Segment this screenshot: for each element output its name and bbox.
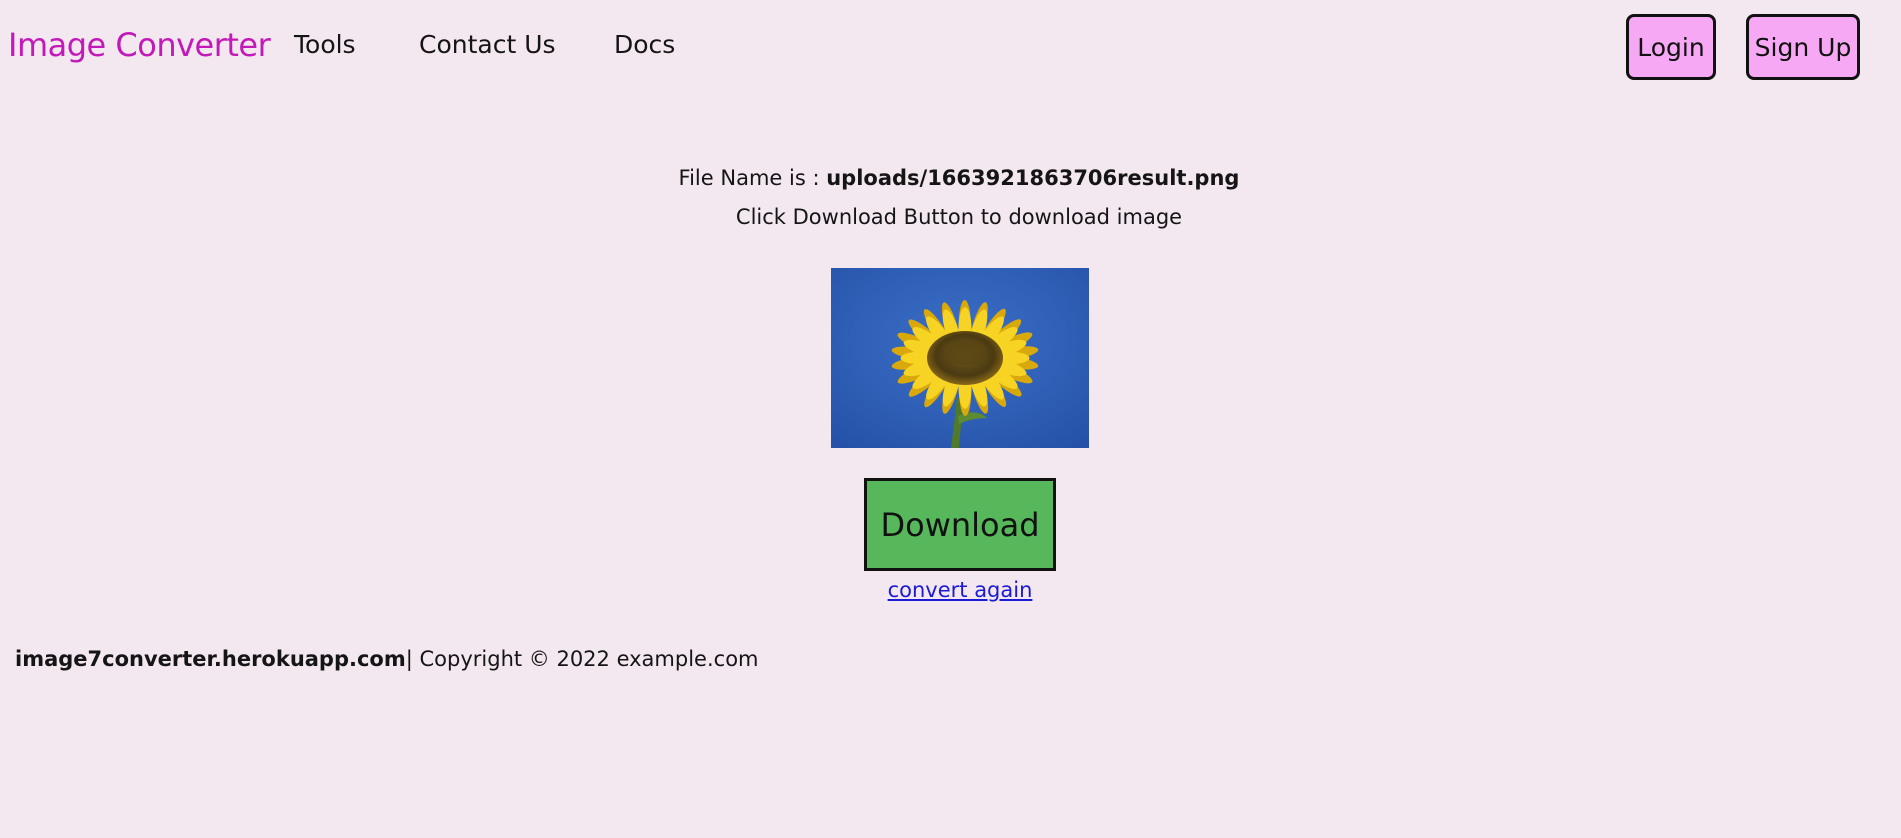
- nav-tools[interactable]: Tools: [294, 30, 356, 59]
- convert-again-container: convert again: [0, 578, 1901, 602]
- download-button[interactable]: Download: [864, 478, 1056, 571]
- brand-logo[interactable]: Image Converter: [8, 26, 271, 64]
- file-name-line: File Name is : uploads/1663921863706resu…: [0, 166, 1901, 190]
- footer: image7converter.herokuapp.com| Copyright…: [15, 647, 759, 671]
- file-name-label: File Name is :: [678, 166, 820, 190]
- nav-contact-us[interactable]: Contact Us: [419, 30, 556, 59]
- download-hint: Click Download Button to download image: [735, 205, 1183, 229]
- login-button[interactable]: Login: [1626, 14, 1716, 80]
- footer-copyright: | Copyright © 2022 example.com: [405, 647, 759, 671]
- nav-docs[interactable]: Docs: [614, 30, 675, 59]
- result-image: [831, 268, 1089, 448]
- navbar: Image Converter Tools Contact Us Docs Lo…: [0, 0, 1901, 92]
- sunflower-image: [831, 268, 1089, 448]
- file-name-value: uploads/1663921863706result.png: [826, 166, 1240, 190]
- footer-domain: image7converter.herokuapp.com: [15, 647, 406, 671]
- signup-button[interactable]: Sign Up: [1746, 14, 1860, 80]
- convert-again-link[interactable]: convert again: [888, 578, 1033, 602]
